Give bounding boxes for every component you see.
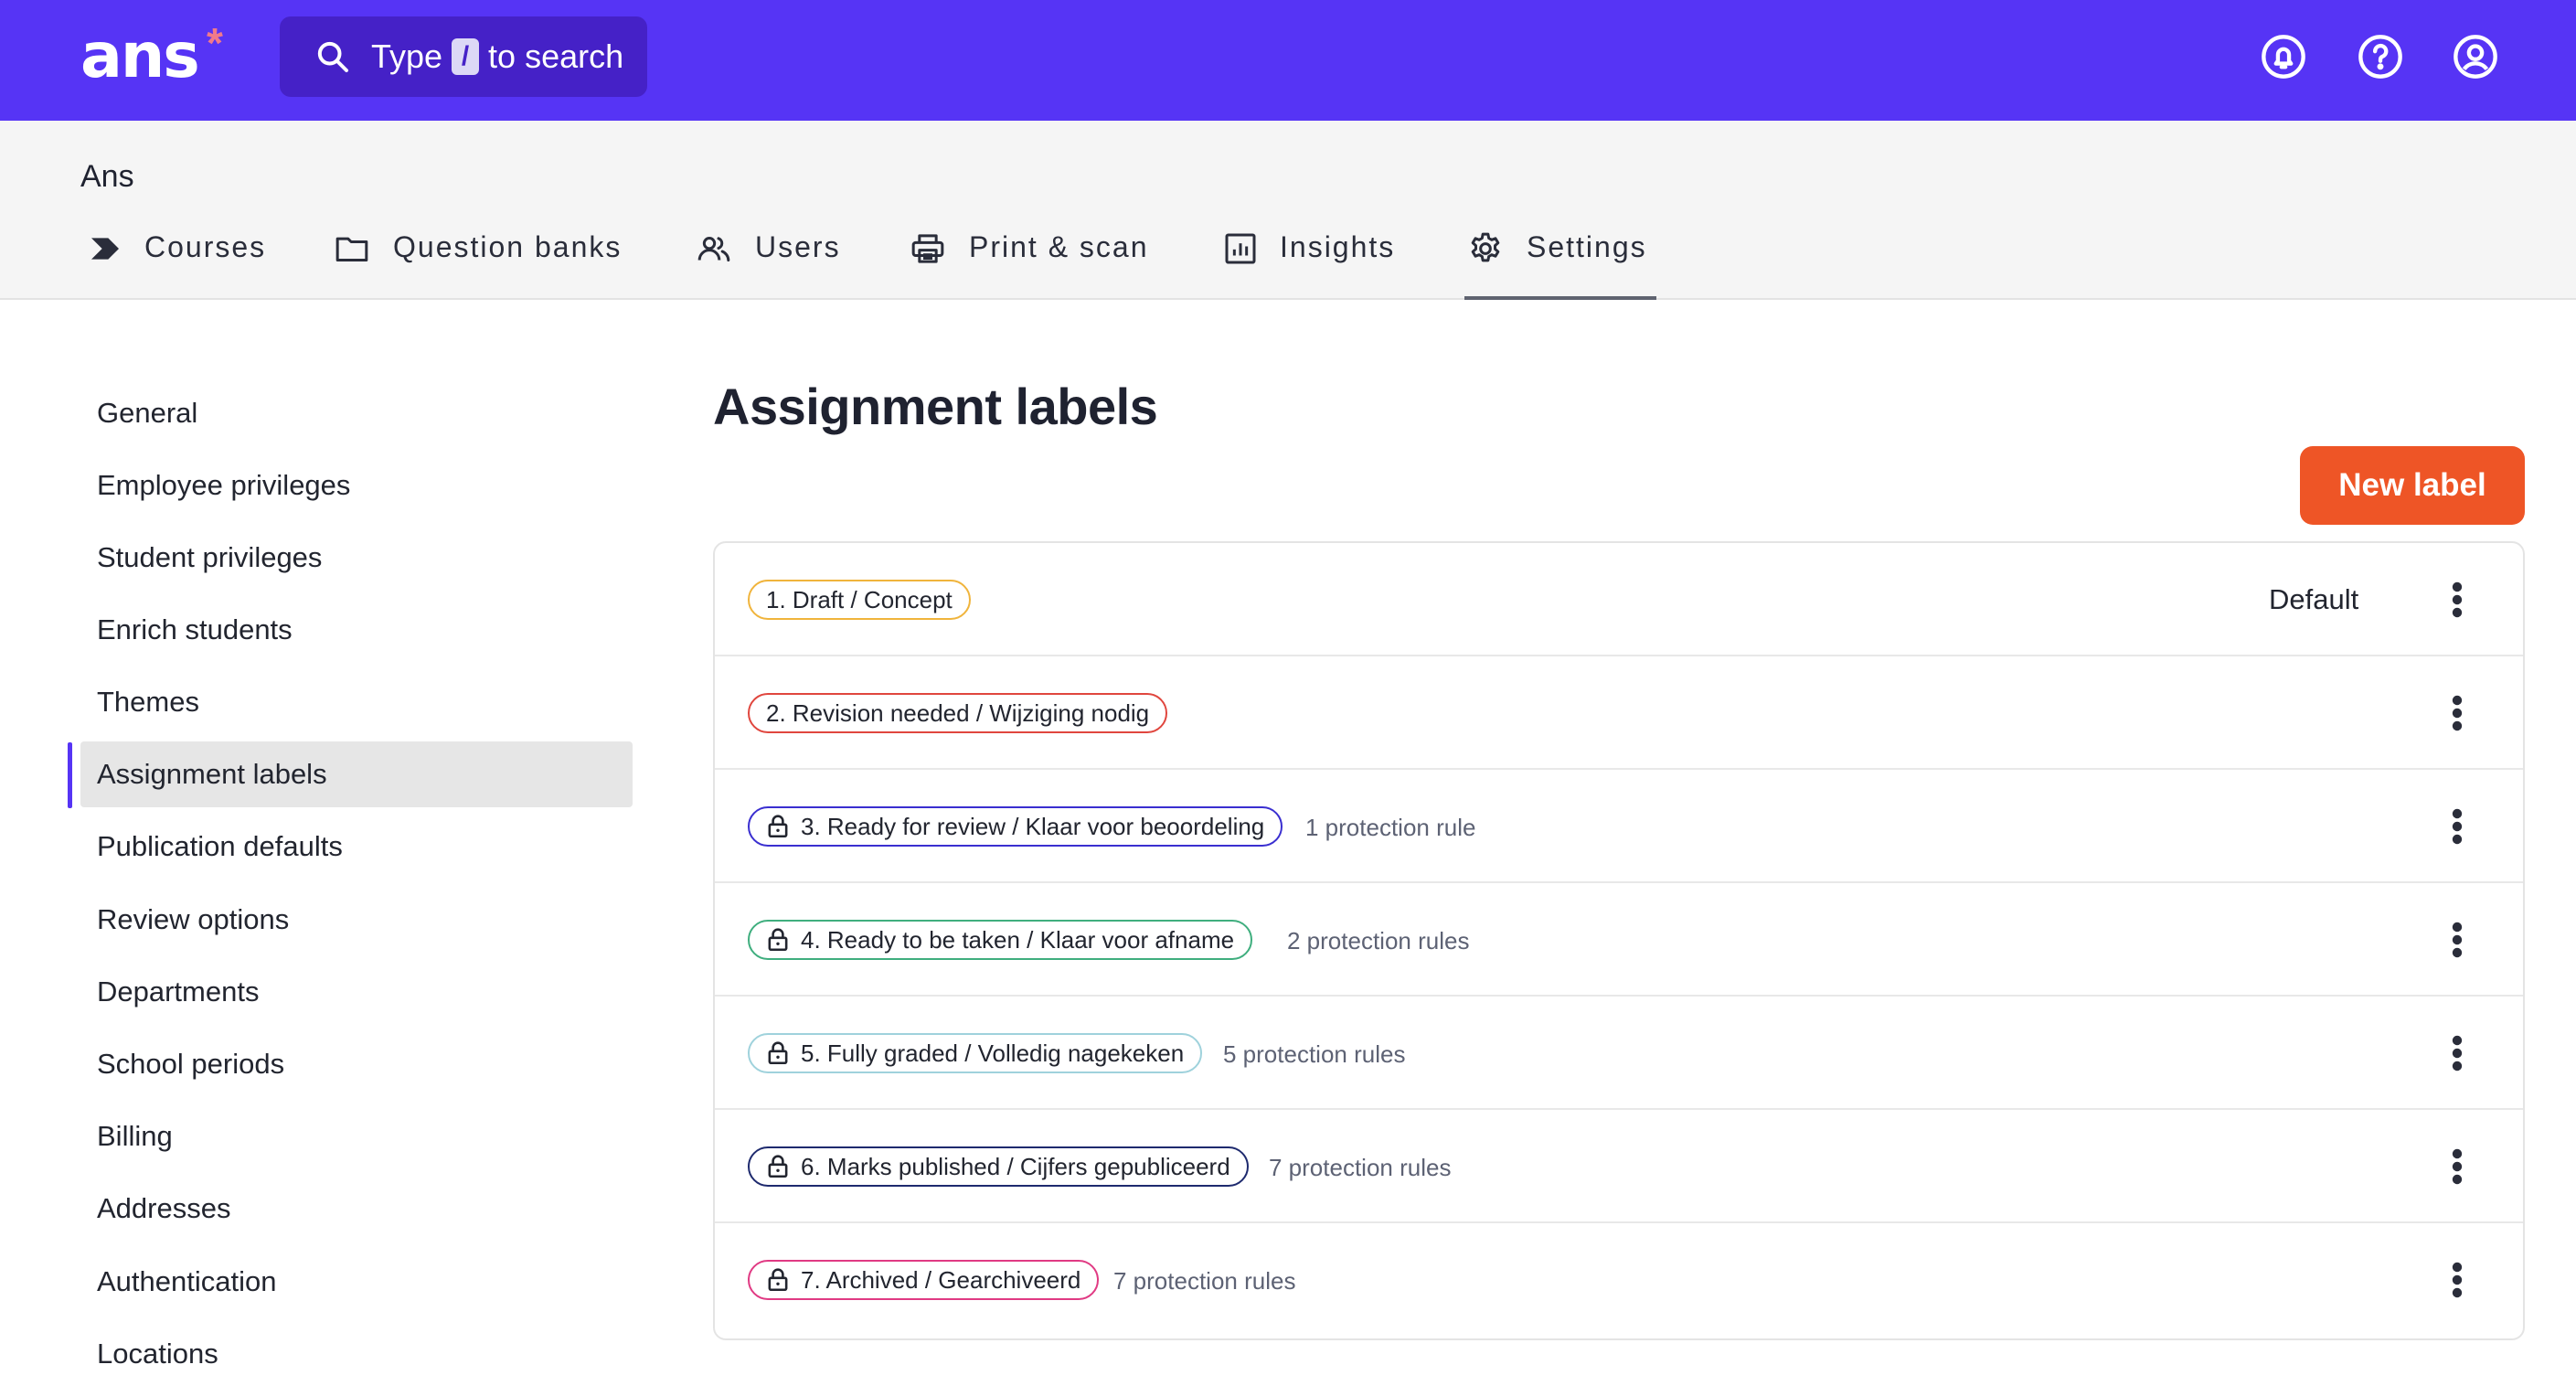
printer-icon	[911, 234, 944, 263]
bell-icon[interactable]	[2260, 33, 2307, 80]
nav-label: Insights	[1280, 230, 1396, 263]
protection-rules-count: 7 protection rules	[1113, 1267, 1296, 1295]
sidebar-active-indicator	[68, 742, 72, 808]
nav-insights[interactable]: Insights	[1221, 229, 1395, 300]
label-row: 7. Archived / Gearchiveerd 7 protection …	[715, 1223, 2523, 1337]
nav-label: Question banks	[393, 230, 623, 263]
lock-icon	[768, 1155, 788, 1178]
sidebar-item-themes[interactable]: Themes	[80, 669, 633, 735]
label-name: 1. Draft / Concept	[766, 585, 953, 613]
users-icon	[697, 236, 730, 261]
top-bar: ans * Type / to search	[0, 0, 2576, 121]
label-pill[interactable]: 7. Archived / Gearchiveerd	[748, 1260, 1100, 1300]
label-row: 5. Fully graded / Volledig nagekeken 5 p…	[715, 997, 2523, 1110]
sidebar-item-enrich-students[interactable]: Enrich students	[80, 597, 633, 663]
label-pill[interactable]: 6. Marks published / Cijfers gepubliceer…	[748, 1146, 1249, 1187]
sidebar-item-locations[interactable]: Locations	[80, 1321, 633, 1386]
search-shortcut-key: /	[452, 38, 480, 75]
sidebar-item-billing[interactable]: Billing	[80, 1103, 633, 1169]
label-name: 7. Archived / Gearchiveerd	[801, 1265, 1081, 1294]
protection-rules-count: 5 protection rules	[1223, 1040, 1406, 1068]
account-icon[interactable]	[2452, 33, 2499, 80]
label-name: 4. Ready to be taken / Klaar voor afname	[801, 925, 1235, 954]
sidebar-item-authentication[interactable]: Authentication	[80, 1249, 633, 1315]
label-row: 4. Ready to be taken / Klaar voor afname…	[715, 883, 2523, 997]
search-prefix: Type	[371, 37, 443, 75]
new-label-button[interactable]: New label	[2300, 446, 2525, 525]
more-options-icon[interactable]	[2439, 1258, 2475, 1302]
sidebar-item-addresses[interactable]: Addresses	[80, 1176, 633, 1242]
search-box[interactable]: Type / to search	[280, 16, 647, 97]
help-icon[interactable]	[2357, 33, 2404, 80]
sub-header: Ans Courses Question banks Users Print &…	[0, 121, 2576, 300]
nav-label: Settings	[1527, 230, 1647, 263]
lock-icon	[768, 1041, 788, 1065]
nav-label: Courses	[144, 230, 267, 263]
labels-list: 1. Draft / Concept Default 2. Revision n…	[713, 541, 2525, 1340]
label-pill[interactable]: 4. Ready to be taken / Klaar voor afname	[748, 920, 1253, 960]
more-options-icon[interactable]	[2439, 1145, 2475, 1189]
label-row: 2. Revision needed / Wijziging nodig	[715, 656, 2523, 770]
sidebar-item-student-privileges[interactable]: Student privileges	[80, 525, 633, 591]
label-pill[interactable]: 1. Draft / Concept	[748, 580, 971, 620]
protection-rules-count: 2 protection rules	[1287, 927, 1470, 954]
nav-print-scan[interactable]: Print & scan	[907, 229, 1149, 300]
label-row: 1. Draft / Concept Default	[715, 543, 2523, 656]
gear-icon	[1471, 232, 1500, 262]
search-suffix: to search	[488, 37, 624, 75]
nav-question-banks[interactable]: Question banks	[331, 229, 622, 300]
sidebar-item-employee-privileges[interactable]: Employee privileges	[80, 453, 633, 518]
label-name: 3. Ready for review / Klaar voor beoorde…	[801, 812, 1265, 840]
chart-icon	[1225, 233, 1256, 264]
sidebar-item-school-periods[interactable]: School periods	[80, 1031, 633, 1097]
sidebar-item-assignment-labels[interactable]: Assignment labels	[80, 741, 633, 807]
label-row: 6. Marks published / Cijfers gepubliceer…	[715, 1110, 2523, 1223]
nav-label: Users	[755, 230, 841, 263]
org-name: Ans	[80, 159, 134, 194]
sidebar-item-departments[interactable]: Departments	[80, 959, 633, 1025]
protection-rules-count: 7 protection rules	[1269, 1154, 1452, 1181]
ans-logo[interactable]: ans	[80, 20, 200, 93]
sidebar-item-publication-defaults[interactable]: Publication defaults	[80, 814, 633, 880]
sidebar-item-review-options[interactable]: Review options	[80, 887, 633, 953]
folder-icon	[335, 237, 368, 261]
more-options-icon[interactable]	[2439, 805, 2475, 848]
courses-chevron-icon	[91, 238, 119, 260]
more-options-icon[interactable]	[2439, 918, 2475, 962]
more-options-icon[interactable]	[2439, 1031, 2475, 1075]
nav-users[interactable]: Users	[693, 229, 841, 300]
default-indicator: Default	[2269, 583, 2359, 615]
page-title: Assignment labels	[713, 378, 1158, 435]
nav-courses[interactable]: Courses	[86, 229, 266, 300]
nav-label: Print & scan	[969, 230, 1149, 263]
label-pill[interactable]: 3. Ready for review / Klaar voor beoorde…	[748, 806, 1283, 847]
logo-asterisk: *	[207, 19, 223, 67]
label-name: 5. Fully graded / Volledig nagekeken	[801, 1039, 1185, 1067]
more-options-icon[interactable]	[2439, 691, 2475, 735]
label-row: 3. Ready for review / Klaar voor beoorde…	[715, 770, 2523, 883]
protection-rules-count: 1 protection rule	[1305, 814, 1476, 841]
nav-settings[interactable]: Settings	[1464, 229, 1656, 300]
label-name: 2. Revision needed / Wijziging nodig	[766, 698, 1150, 727]
sidebar-item-general[interactable]: General	[80, 380, 633, 446]
search-icon	[317, 41, 348, 72]
label-pill[interactable]: 2. Revision needed / Wijziging nodig	[748, 693, 1168, 733]
label-pill[interactable]: 5. Fully graded / Volledig nagekeken	[748, 1033, 1203, 1073]
more-options-icon[interactable]	[2439, 578, 2475, 622]
label-name: 6. Marks published / Cijfers gepubliceer…	[801, 1152, 1230, 1180]
lock-icon	[768, 815, 788, 838]
lock-icon	[768, 928, 788, 952]
lock-icon	[768, 1268, 788, 1292]
